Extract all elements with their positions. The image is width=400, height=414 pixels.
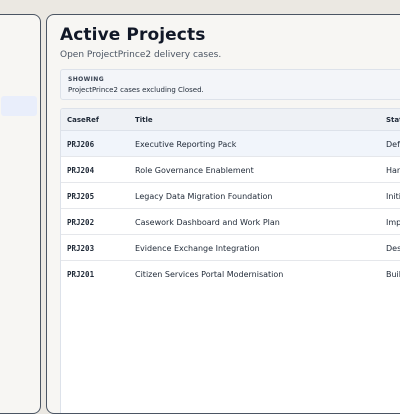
case-title: Casework Dashboard and Work Plan <box>135 218 280 227</box>
sidebar <box>0 14 41 414</box>
main-panel: Active Projects Open ProjectPrince2 deli… <box>46 14 400 414</box>
case-status: Def <box>386 140 400 149</box>
projects-table: CaseRef Title Stat PRJ206 Executive Repo… <box>60 108 400 413</box>
column-header-caseref[interactable]: CaseRef <box>67 116 99 124</box>
case-ref: PRJ204 <box>67 166 95 175</box>
case-status: Initi <box>386 192 400 201</box>
case-ref: PRJ201 <box>67 270 95 279</box>
table-row[interactable]: PRJ203 Evidence Exchange Integration Des <box>61 235 400 261</box>
case-title: Role Governance Enablement <box>135 166 254 175</box>
sidebar-item-active[interactable] <box>1 96 37 116</box>
case-ref: PRJ203 <box>67 244 95 253</box>
table-row[interactable]: PRJ205 Legacy Data Migration Foundation … <box>61 183 400 209</box>
page-subtitle: Open ProjectPrince2 delivery cases. <box>60 50 222 60</box>
column-header-title[interactable]: Title <box>135 116 153 124</box>
filter-summary-text: ProjectPrince2 cases excluding Closed. <box>68 86 204 94</box>
case-ref: PRJ206 <box>67 140 95 149</box>
case-status: Har <box>386 166 400 175</box>
column-header-status[interactable]: Stat <box>386 116 400 124</box>
case-title: Legacy Data Migration Foundation <box>135 192 273 201</box>
case-ref: PRJ202 <box>67 218 95 227</box>
table-row[interactable]: PRJ201 Citizen Services Portal Modernisa… <box>61 261 400 287</box>
table-row[interactable]: PRJ206 Executive Reporting Pack Def <box>61 131 400 157</box>
table-header: CaseRef Title Stat <box>61 109 400 131</box>
case-status: Des <box>386 244 400 253</box>
case-status: Imp <box>386 218 400 227</box>
case-status: Buil <box>386 270 400 279</box>
table-row[interactable]: PRJ204 Role Governance Enablement Har <box>61 157 400 183</box>
table-row[interactable]: PRJ202 Casework Dashboard and Work Plan … <box>61 209 400 235</box>
filter-summary-label: SHOWING <box>68 76 105 83</box>
page-title: Active Projects <box>60 25 206 45</box>
case-ref: PRJ205 <box>67 192 95 201</box>
case-title: Citizen Services Portal Modernisation <box>135 270 284 279</box>
case-title: Evidence Exchange Integration <box>135 244 260 253</box>
case-title: Executive Reporting Pack <box>135 140 237 149</box>
filter-summary: SHOWING ProjectPrince2 cases excluding C… <box>60 69 400 100</box>
